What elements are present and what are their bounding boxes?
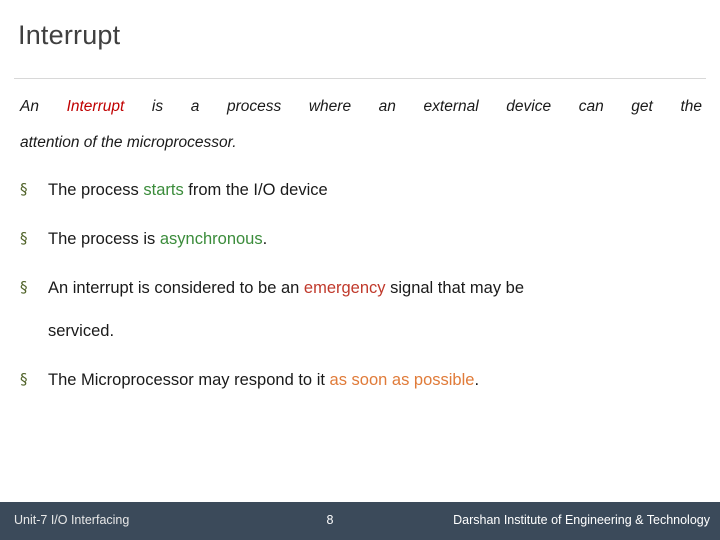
bullet-text-part: signal that may be	[385, 278, 525, 297]
list-item: § The process starts from the I/O device	[14, 179, 708, 203]
lead-after: is a process where an external device ca…	[124, 98, 703, 115]
bullet-marker-icon: §	[20, 228, 28, 247]
bullet-text-part: The Microprocessor may respond to it	[48, 370, 330, 389]
lead-paragraph-line-2: attention of the microprocessor.	[20, 134, 237, 151]
bullet-marker-icon: §	[20, 180, 28, 198]
bullet-text-part: An interrupt is considered to be an	[48, 278, 304, 297]
bullet-highlight: emergency	[303, 278, 386, 297]
bullet-text-part: The process	[48, 181, 144, 199]
lead-keyword: Interrupt	[66, 98, 125, 115]
list-item: § The Microprocessor may respond to it a…	[14, 369, 708, 393]
bullet-marker-icon: §	[20, 277, 28, 296]
bullet-marker-icon: §	[20, 369, 28, 388]
page-title: Interrupt	[18, 20, 121, 50]
bullet-highlight: starts	[143, 181, 184, 199]
lead-before: An	[20, 98, 67, 115]
lead-paragraph-line-1: An Interrupt is a process where an exter…	[14, 88, 708, 118]
bullet-highlight: asynchronous	[159, 229, 263, 248]
bullet-text-part: The process is	[48, 229, 160, 248]
bullet-text-part: from the I/O device	[183, 181, 328, 199]
list-item: § An interrupt is considered to be an em…	[14, 277, 708, 344]
title-divider	[14, 78, 706, 79]
bullet-continuation: serviced.	[48, 321, 115, 340]
bullet-text-part: .	[474, 370, 480, 389]
slide-footer: Unit-7 I/O Interfacing 8 Darshan Institu…	[0, 502, 720, 540]
bullet-highlight: as soon as possible	[329, 370, 475, 389]
bullet-text-part: .	[262, 229, 268, 248]
list-item: § The process is asynchronous.	[14, 228, 708, 252]
slide-body: An Interrupt is a process where an exter…	[14, 88, 708, 393]
footer-institute-label: Darshan Institute of Engineering & Techn…	[453, 513, 710, 527]
slide: Interrupt An Interrupt is a process wher…	[0, 0, 720, 540]
